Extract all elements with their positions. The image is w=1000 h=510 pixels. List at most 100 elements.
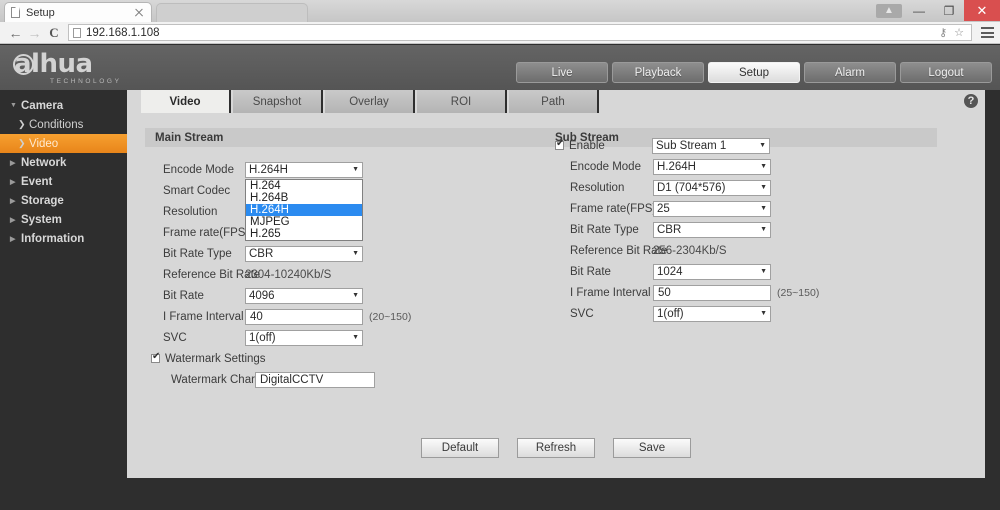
sub-resolution-select[interactable]: D1 (704*576) ▼ — [653, 179, 771, 196]
close-tab-icon[interactable] — [133, 7, 145, 19]
sidebar-item-storage[interactable]: ▶ Storage — [0, 191, 128, 210]
sidebar-item-network[interactable]: ▶ Network — [0, 153, 128, 172]
tab-overlay[interactable]: Overlay — [325, 90, 415, 113]
refresh-button[interactable]: Refresh — [517, 438, 595, 458]
sidebar-item-camera[interactable]: ▼ Camera — [0, 96, 128, 115]
sub-frame-rate-select[interactable]: 25 ▼ — [653, 200, 771, 217]
hamburger-menu-icon[interactable] — [981, 27, 994, 38]
sidebar-item-label: Storage — [21, 194, 64, 207]
new-tab-ghost[interactable] — [156, 3, 308, 22]
topnav-logout-button[interactable]: Logout — [900, 62, 992, 83]
dropdown-option-mjpeg[interactable]: MJPEG — [246, 216, 362, 228]
sidebar-item-video[interactable]: ❯ Video — [0, 134, 128, 153]
help-icon[interactable]: ? — [963, 93, 979, 109]
sub-stream-value: Sub Stream 1 — [656, 139, 727, 152]
label-main-bit-rate: Bit Rate — [163, 289, 204, 302]
address-bar[interactable]: 192.168.1.108 ⚷ ☆ — [68, 24, 972, 41]
sub-stream-select[interactable]: Sub Stream 1 ▼ — [652, 137, 770, 154]
label-main-reference-bit-rate: Reference Bit Rate — [163, 268, 261, 281]
watermark-character-value: DigitalCCTV — [260, 373, 324, 386]
close-window-button[interactable]: ✕ — [964, 0, 1000, 21]
window-controls: ▲ — ❐ ✕ — [874, 0, 1000, 22]
sub-i-frame-interval-value: 50 — [658, 286, 671, 299]
main-i-frame-interval-value: 40 — [250, 310, 263, 323]
sidebar-item-system[interactable]: ▶ System — [0, 210, 128, 229]
main-bit-rate-select[interactable]: 4096 ▼ — [245, 287, 363, 304]
watermark-settings-checkbox[interactable] — [151, 351, 160, 363]
sub-i-frame-interval-input[interactable]: 50 — [653, 284, 771, 301]
content-area: Video Snapshot Overlay ROI Path ? Main Strea… — [127, 90, 985, 478]
save-button[interactable]: Save — [613, 438, 691, 458]
chevron-down-icon: ▼ — [759, 142, 766, 149]
dropdown-option-h264h[interactable]: H.264H — [246, 203, 362, 216]
label-sub-enable: Enable — [569, 139, 605, 152]
chevron-down-icon: ▼ — [352, 250, 359, 257]
minimize-window-button[interactable]: — — [904, 0, 934, 21]
tab-path[interactable]: Path — [509, 90, 599, 113]
topnav-live-button[interactable]: Live — [516, 62, 608, 83]
main-encode-mode-dropdown-list[interactable]: H.264 H.264B H.264H MJPEG H.265 — [245, 178, 363, 241]
sub-svc-value: 1(off) — [657, 307, 684, 320]
sidebar-item-conditions[interactable]: ❯ Conditions — [0, 115, 128, 134]
main-i-frame-interval-input[interactable]: 40 — [245, 308, 363, 325]
sidebar-menu: ▼ Camera ❯ Conditions ❯ Video ▶ Network ▶ Event ▶ S… — [0, 90, 128, 510]
label-watermark-settings: Watermark Settings — [165, 352, 266, 365]
reload-icon[interactable]: C — [44, 25, 64, 41]
label-sub-reference-bit-rate: Reference Bit Rate — [570, 244, 668, 257]
chevron-down-icon: ▼ — [352, 166, 359, 173]
forward-arrow-icon[interactable]: → — [25, 25, 44, 41]
dropdown-option-h264[interactable]: H.264 — [246, 180, 362, 192]
tab-snapshot[interactable]: Snapshot — [233, 90, 323, 113]
triangle-down-icon: ▼ — [10, 102, 17, 109]
row-sub-encode-mode: Encode Mode H.264H ▼ — [545, 156, 945, 177]
browser-navigation-bar: ← → C 192.168.1.108 ⚷ ☆ — [0, 22, 1000, 44]
row-main-i-frame-interval: I Frame Interval 40 (20~150) — [145, 306, 545, 327]
chevron-down-icon: ▼ — [352, 292, 359, 299]
sidebar-item-event[interactable]: ▶ Event — [0, 172, 128, 191]
restore-window-button[interactable]: ▲ — [874, 0, 904, 21]
tab-roi[interactable]: ROI — [417, 90, 507, 113]
topnav-alarm-button[interactable]: Alarm — [804, 62, 896, 83]
tab-video[interactable]: Video — [141, 90, 231, 113]
dropdown-option-h264b[interactable]: H.264B — [246, 192, 362, 204]
sub-bit-rate-type-select[interactable]: CBR ▼ — [653, 221, 771, 238]
row-main-watermark-settings: Watermark Settings — [145, 348, 545, 369]
sub-encode-mode-select[interactable]: H.264H ▼ — [653, 158, 771, 175]
key-icon[interactable]: ⚷ — [939, 26, 947, 39]
row-sub-i-frame-interval: I Frame Interval 50 (25~150) — [545, 282, 945, 303]
label-sub-resolution: Resolution — [570, 181, 625, 194]
maximize-window-button[interactable]: ❐ — [934, 0, 964, 21]
label-sub-encode-mode: Encode Mode — [570, 160, 641, 173]
chevron-down-icon: ▼ — [760, 310, 767, 317]
chevron-down-icon: ▼ — [760, 163, 767, 170]
watermark-character-input[interactable]: DigitalCCTV — [255, 371, 375, 388]
triangle-right-icon: ▶ — [10, 197, 16, 205]
sidebar-item-label: Camera — [21, 99, 64, 112]
main-stream-form: Encode Mode H.264H ▼ H.264 H.264B H.264H MJ… — [145, 159, 545, 390]
sub-stream-enable-checkbox[interactable] — [555, 138, 564, 150]
topnav-setup-button[interactable]: Setup — [708, 62, 800, 83]
sub-encode-mode-value: H.264H — [657, 160, 696, 173]
main-bit-rate-type-value: CBR — [249, 247, 274, 260]
main-bit-rate-type-select[interactable]: CBR ▼ — [245, 245, 363, 262]
chevron-down-icon: ▼ — [760, 205, 767, 212]
sub-bit-rate-select[interactable]: 1024 ▼ — [653, 263, 771, 280]
sub-svc-select[interactable]: 1(off) ▼ — [653, 305, 771, 322]
default-button[interactable]: Default — [421, 438, 499, 458]
browser-tab[interactable]: Setup — [4, 2, 152, 22]
app-header: alhua TECHNOLOGY Live Playback Setup Alarm L… — [0, 45, 1000, 90]
label-sub-svc: SVC — [570, 307, 594, 320]
triangle-right-icon: ▶ — [10, 235, 16, 243]
dropdown-option-h265[interactable]: H.265 — [246, 228, 362, 240]
main-encode-mode-select[interactable]: H.264H ▼ — [245, 161, 363, 178]
main-i-frame-interval-hint: (20~150) — [369, 310, 412, 323]
label-sub-bit-rate-type: Bit Rate Type — [570, 223, 639, 236]
star-icon[interactable]: ☆ — [954, 26, 964, 39]
label-sub-bit-rate: Bit Rate — [570, 265, 611, 278]
main-svc-select[interactable]: 1(off) ▼ — [245, 329, 363, 346]
back-arrow-icon[interactable]: ← — [6, 25, 25, 41]
row-main-bit-rate: Bit Rate 4096 ▼ — [145, 285, 545, 306]
label-main-bit-rate-type: Bit Rate Type — [163, 247, 232, 260]
sidebar-item-information[interactable]: ▶ Information — [0, 229, 128, 248]
topnav-playback-button[interactable]: Playback — [612, 62, 704, 83]
